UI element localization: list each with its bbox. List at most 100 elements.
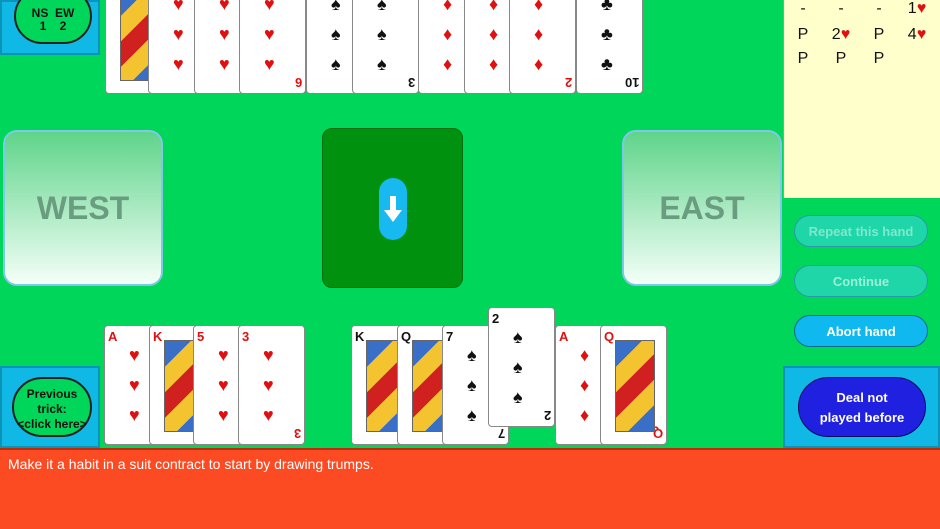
- auction-bid: -: [800, 0, 806, 17]
- suit-pip-icon: ♥: [263, 375, 274, 395]
- suit-pip-icon: ♦: [443, 24, 453, 44]
- previous-trick-line1: Previous: [26, 387, 78, 401]
- tricks-ns-count: 1: [39, 19, 47, 33]
- card-rank: 2: [543, 408, 551, 423]
- suit-pip-icon: ♣: [601, 0, 613, 14]
- suit-pip-icon: ♠: [467, 405, 477, 425]
- suit-pip-icon: ♦: [534, 0, 544, 14]
- suit-pip-icon: ♠: [331, 54, 341, 74]
- suit-pip-icon: ♥: [218, 375, 229, 395]
- south-card[interactable]: QQ: [600, 325, 667, 445]
- suit-pip-icon: ♥: [129, 405, 140, 425]
- suit-pip-icon: ♥: [263, 345, 274, 365]
- auction-suit: ♥: [916, 0, 927, 17]
- north-card[interactable]: 66♥♥♥: [239, 0, 306, 94]
- suit-pip-icon: ♥: [219, 24, 230, 44]
- tricks-panel: NS EW 1 2: [0, 0, 100, 55]
- card-rank: 5: [197, 329, 205, 344]
- suit-pip-icon: ♥: [218, 345, 229, 365]
- suit-pip-icon: ♦: [580, 405, 590, 425]
- south-card[interactable]: 3 3 ♥ ♥ ♥: [238, 325, 305, 445]
- deal-panel: Deal not played before: [783, 366, 940, 448]
- trick-area: [322, 128, 463, 288]
- suit-pip-icon: ♠: [467, 345, 477, 365]
- suit-pip-icon: ♠: [377, 0, 387, 14]
- card-rank: A: [108, 329, 118, 344]
- deal-not-played-button[interactable]: Deal not played before: [798, 377, 926, 437]
- card-rank: A: [559, 329, 569, 344]
- suit-pip-icon: ♣: [601, 24, 613, 44]
- suit-pip-icon: ♠: [377, 54, 387, 74]
- played-card[interactable]: 2 2 ♠ ♠ ♠: [488, 307, 555, 427]
- suit-pip-icon: ♦: [443, 54, 453, 74]
- tricks-ew-count: 2: [59, 19, 67, 33]
- suit-pip-icon: ♦: [489, 24, 499, 44]
- auction-bid: -: [838, 0, 844, 17]
- suit-pip-icon: ♥: [219, 0, 230, 14]
- card-rank: Q: [604, 329, 615, 344]
- suit-pip-icon: ♦: [534, 24, 544, 44]
- auction-suit: ♥: [840, 26, 851, 43]
- suit-pip-icon: ♦: [580, 345, 590, 365]
- face-card-art: [615, 340, 655, 432]
- card-rank: 2: [492, 311, 500, 326]
- previous-trick-panel: Previous trick: <click here>: [0, 366, 100, 448]
- arrow-down-icon: [379, 178, 407, 240]
- auction-panel: - - -1♥ P 2♥ P 4♥ P P P: [783, 0, 940, 198]
- suit-pip-icon: ♥: [173, 54, 184, 74]
- auction-bid: P: [797, 50, 809, 67]
- suit-pip-icon: ♠: [513, 357, 523, 377]
- auction-bid: 1♥: [907, 0, 927, 17]
- suit-pip-icon: ♥: [219, 54, 230, 74]
- auction-bid: P: [873, 26, 885, 43]
- previous-trick-line2: trick:: [37, 402, 67, 416]
- auction-bid: P: [835, 50, 847, 67]
- deal-button-line2: played before: [819, 410, 905, 425]
- suit-pip-icon: ♦: [489, 54, 499, 74]
- tricks-ns-label: NS: [31, 6, 49, 20]
- north-card[interactable]: 33♠♠♠: [352, 0, 419, 94]
- suit-pip-icon: ♥: [173, 0, 184, 14]
- previous-trick-line3: <click here>: [17, 417, 87, 431]
- suit-pip-icon: ♥: [263, 405, 274, 425]
- suit-pip-icon: ♦: [443, 0, 453, 14]
- suit-pip-icon: ♥: [173, 24, 184, 44]
- auction-bid: -: [876, 0, 882, 17]
- suit-pip-icon: ♠: [513, 387, 523, 407]
- previous-trick-button[interactable]: Previous trick: <click here>: [12, 377, 92, 437]
- card-rank: 2: [564, 75, 572, 90]
- tricks-ew-label: EW: [55, 6, 75, 20]
- seat-west: WEST: [3, 130, 163, 286]
- auction-bid: 2♥: [831, 26, 851, 43]
- continue-button[interactable]: Continue: [794, 265, 928, 297]
- suit-pip-icon: ♠: [331, 0, 341, 14]
- suit-pip-icon: ♣: [601, 54, 613, 74]
- suit-pip-icon: ♠: [467, 375, 477, 395]
- suit-pip-icon: ♥: [264, 24, 275, 44]
- auction-bid: P: [873, 50, 885, 67]
- suit-pip-icon: ♠: [377, 24, 387, 44]
- card-rank: 3: [242, 329, 250, 344]
- suit-pip-icon: ♥: [129, 345, 140, 365]
- message-bar: Make it a habit in a suit contract to st…: [0, 448, 940, 529]
- north-card[interactable]: 22♦♦♦: [509, 0, 576, 94]
- card-rank: 3: [407, 75, 415, 90]
- repeat-hand-button[interactable]: Repeat this hand: [794, 215, 928, 247]
- card-rank: 3: [293, 426, 301, 441]
- suit-pip-icon: ♦: [534, 54, 544, 74]
- seat-east: EAST: [622, 130, 782, 286]
- card-rank: 7: [497, 426, 505, 441]
- suit-pip-icon: ♦: [580, 375, 590, 395]
- abort-hand-button[interactable]: Abort hand: [794, 315, 928, 347]
- card-rank: 7: [446, 329, 454, 344]
- suit-pip-icon: ♠: [513, 327, 523, 347]
- card-rank: K: [153, 329, 163, 344]
- card-rank: K: [355, 329, 365, 344]
- suit-pip-icon: ♥: [218, 405, 229, 425]
- suit-pip-icon: ♠: [331, 24, 341, 44]
- deal-button-line1: Deal not: [836, 390, 888, 405]
- suit-pip-icon: ♥: [264, 0, 275, 14]
- auction-bid: P: [797, 26, 809, 43]
- suit-pip-icon: ♥: [264, 54, 275, 74]
- north-card[interactable]: 1010♣♣♣: [576, 0, 643, 94]
